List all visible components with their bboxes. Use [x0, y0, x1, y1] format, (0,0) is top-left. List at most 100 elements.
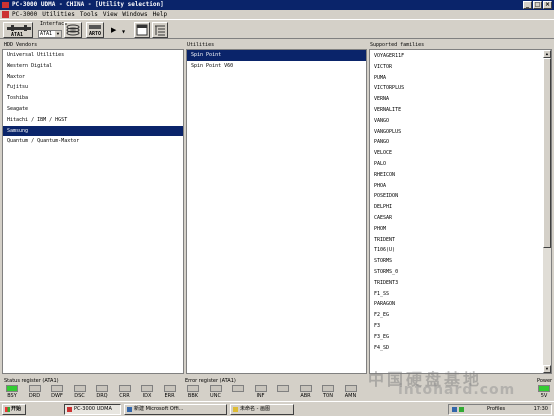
- menu-windows[interactable]: Windows: [122, 10, 147, 19]
- hdd-vendors-list[interactable]: Universal Utilities Western Digital Maxt…: [2, 49, 184, 374]
- status-led: [299, 385, 312, 392]
- menu-utilities[interactable]: Utilities: [42, 10, 75, 19]
- vendor-item-quantum[interactable]: Quantum / Quantum-Maxtor: [3, 136, 183, 147]
- family-item[interactable]: CAESAR: [370, 213, 551, 224]
- family-item[interactable]: VELOCE: [370, 148, 551, 159]
- led-label: ABR: [300, 393, 311, 399]
- task-label: 未命名 - 画图: [240, 406, 270, 412]
- task-paint[interactable]: 未命名 - 画图: [230, 404, 294, 415]
- family-item[interactable]: DELPHI: [370, 202, 551, 213]
- task-pc3000[interactable]: PC-3000 UDMA: [64, 404, 121, 415]
- utility-item-spin-point-v60[interactable]: Spin Point V60: [187, 61, 366, 72]
- vendor-item-samsung[interactable]: Samsung: [3, 125, 183, 137]
- minimize-button[interactable]: _: [523, 1, 532, 9]
- family-item[interactable]: F3: [370, 321, 551, 332]
- ata1-label: ATA1: [11, 32, 24, 38]
- family-item[interactable]: PHOA: [370, 181, 551, 192]
- family-item[interactable]: PALO: [370, 159, 551, 170]
- led-label: DSC: [74, 393, 85, 399]
- document-icon: [127, 407, 132, 412]
- taskbar: 开始 PC-3000 UDMA 新建 Microsoft Offi... 未命名…: [0, 401, 554, 416]
- led-label: DWF: [51, 393, 63, 399]
- close-button[interactable]: ×: [543, 1, 552, 9]
- volume-icon[interactable]: [459, 407, 464, 412]
- status-register-label: Status register (ATA1): [4, 378, 59, 384]
- vendor-item-hitachi[interactable]: Hitachi / IBM / HGST: [3, 115, 183, 126]
- family-item[interactable]: VANGO: [370, 116, 551, 127]
- vendor-item-fujitsu[interactable]: Fujitsu: [3, 82, 183, 93]
- utility-item-spin-point[interactable]: Spin Point: [187, 50, 366, 61]
- disk-stack-icon: [66, 24, 80, 36]
- family-item[interactable]: F3_EG: [370, 332, 551, 343]
- window-icon: [136, 24, 148, 36]
- arto-icon: [89, 25, 101, 29]
- family-item[interactable]: F2_EG: [370, 310, 551, 321]
- status-led: [277, 385, 289, 392]
- led-label: DRD: [28, 393, 41, 399]
- tree-view-button[interactable]: [152, 22, 168, 38]
- menu-help[interactable]: Help: [153, 10, 167, 19]
- vendor-item-western-digital[interactable]: Western Digital: [3, 61, 183, 72]
- system-tray: Profiles 17:30: [448, 404, 552, 415]
- maximize-button[interactable]: □: [533, 1, 542, 9]
- family-item[interactable]: VICTOR: [370, 62, 551, 73]
- window-title: PC-3000 UDMA - CHINA - [Utility selectio…: [12, 1, 164, 8]
- interface-select[interactable]: ATA1 ▼: [38, 30, 62, 38]
- power-label: Power: [537, 378, 553, 384]
- family-item[interactable]: VICTORPLUS: [370, 83, 551, 94]
- task-office[interactable]: 新建 Microsoft Offi...: [124, 404, 227, 415]
- vendor-item-universal[interactable]: Universal Utilities: [3, 50, 183, 61]
- family-item[interactable]: VOYAGER11F: [370, 51, 551, 62]
- family-item[interactable]: PHOM: [370, 224, 551, 235]
- family-item[interactable]: T106(U): [370, 245, 551, 256]
- families-scrollbar[interactable]: ▲ ▼: [543, 50, 551, 373]
- status-led: [232, 385, 244, 392]
- tree-icon: [155, 25, 165, 36]
- family-item[interactable]: RHEICON: [370, 170, 551, 181]
- clock: 17:30: [533, 406, 548, 412]
- start-button[interactable]: 开始: [2, 404, 26, 415]
- family-item[interactable]: F1_SS: [370, 289, 551, 300]
- family-item[interactable]: VANGOPLUS: [370, 127, 551, 138]
- run-button[interactable]: ▶: [108, 22, 120, 38]
- disk-tool-button[interactable]: [64, 22, 82, 38]
- vendor-item-maxtor[interactable]: Maxtor: [3, 72, 183, 83]
- ata1-button[interactable]: ATA1: [3, 22, 33, 38]
- interface-value: ATA1: [40, 31, 53, 37]
- utilities-list[interactable]: Spin Point Spin Point V60: [186, 49, 367, 374]
- family-item[interactable]: TRIDENT3: [370, 278, 551, 289]
- led-label: CRR: [119, 393, 130, 399]
- title-bar: PC-3000 UDMA - CHINA - [Utility selectio…: [0, 0, 554, 10]
- family-item[interactable]: PARAGON: [370, 299, 551, 310]
- family-item[interactable]: STORMS: [370, 256, 551, 267]
- watermark-text: intohard.com: [398, 382, 516, 398]
- utilities-header: Utilities: [187, 42, 215, 48]
- menu-app-icon[interactable]: [2, 11, 9, 18]
- family-item[interactable]: F4_SD: [370, 343, 551, 354]
- family-item[interactable]: STORMS_0: [370, 267, 551, 278]
- family-item[interactable]: VERNA: [370, 94, 551, 105]
- menu-tools[interactable]: Tools: [80, 10, 98, 19]
- family-item[interactable]: TRIDENT: [370, 235, 551, 246]
- scroll-down-icon[interactable]: ▼: [543, 365, 551, 373]
- error-register-label: Error register (ATA1): [185, 378, 236, 384]
- vendor-item-toshiba[interactable]: Toshiba: [3, 93, 183, 104]
- window-layout-button[interactable]: [134, 22, 150, 38]
- scroll-thumb[interactable]: [543, 58, 551, 248]
- menu-view[interactable]: View: [103, 10, 117, 19]
- family-item[interactable]: VERNALITE: [370, 105, 551, 116]
- toolbar: ATA1 Interface ATA1 ▼ ARTO ▶ ▼: [0, 19, 554, 39]
- menu-pc3000[interactable]: PC-3000: [12, 10, 37, 19]
- family-item[interactable]: PANGO: [370, 137, 551, 148]
- network-icon[interactable]: [452, 407, 457, 412]
- led-label: IDX: [142, 393, 152, 399]
- family-item[interactable]: PUMA: [370, 73, 551, 84]
- families-list[interactable]: VOYAGER11F VICTOR PUMA VICTORPLUS VERNA VERNA…: [369, 49, 552, 374]
- scroll-up-icon[interactable]: ▲: [543, 50, 551, 58]
- arto-button[interactable]: ARTO: [86, 22, 104, 38]
- vendor-item-seagate[interactable]: Seagate: [3, 104, 183, 115]
- tray-profiles[interactable]: Profiles: [487, 405, 505, 414]
- run-dropdown-button[interactable]: ▼: [120, 22, 128, 38]
- hdd-vendors-header: HDD Vendors: [4, 42, 38, 48]
- family-item[interactable]: POSEIDON: [370, 191, 551, 202]
